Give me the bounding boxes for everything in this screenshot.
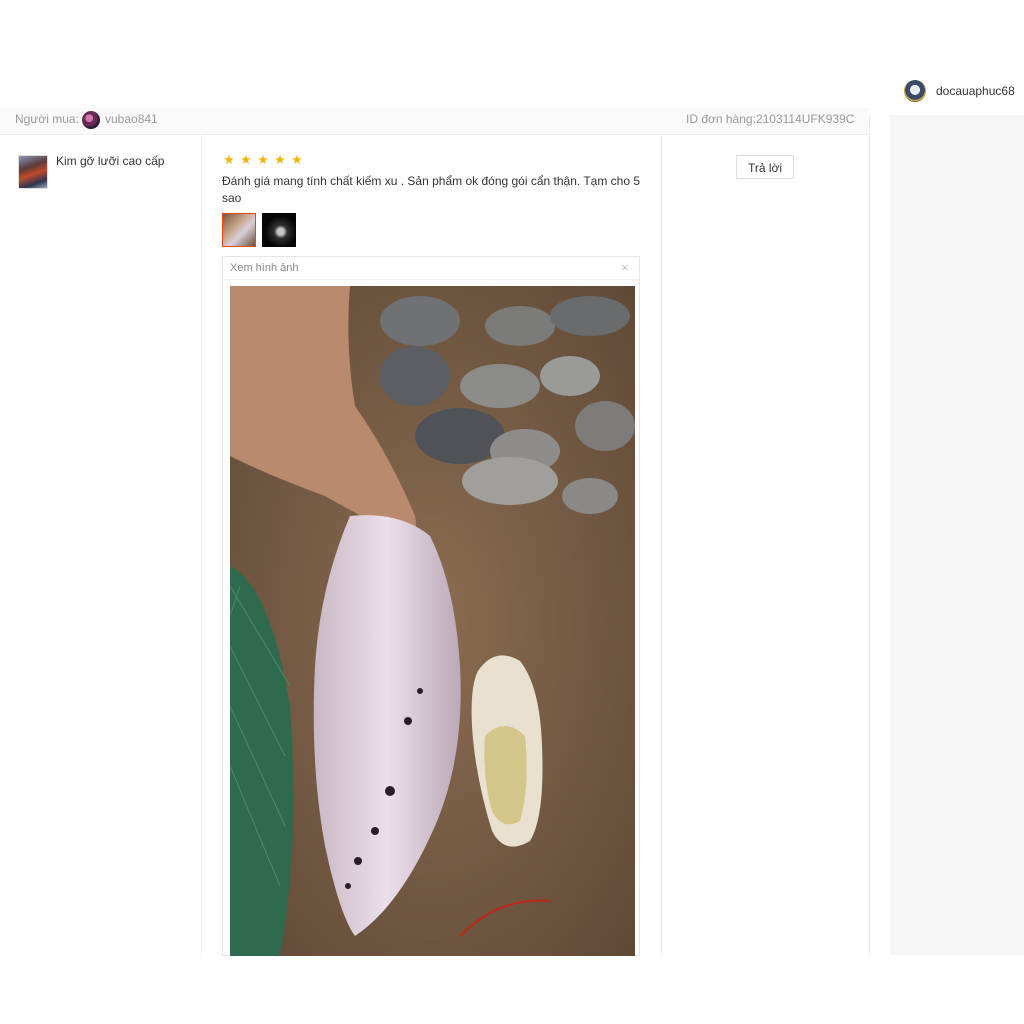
- order-id: ID đơn hàng:2103114UFK939C: [686, 112, 855, 126]
- reply-button[interactable]: Trả lời: [736, 155, 794, 179]
- review-video-thumbnail[interactable]: [262, 213, 296, 247]
- star-icon: ★: [240, 152, 252, 167]
- star-icon: ★: [274, 152, 286, 167]
- rating-stars: ★ ★ ★ ★ ★: [222, 153, 304, 167]
- product-thumbnail[interactable]: [18, 155, 48, 189]
- product-name[interactable]: Kim gỡ lưỡi cao cấp: [56, 154, 164, 168]
- image-viewer-title: Xem hình ảnh: [230, 262, 299, 274]
- column-divider: [661, 134, 662, 955]
- seller-header[interactable]: docauaphuc68: [904, 78, 1015, 104]
- review-photo-image: [230, 286, 635, 956]
- close-icon[interactable]: ×: [621, 260, 629, 275]
- right-panel: [890, 115, 1024, 955]
- image-viewer: Xem hình ảnh ×: [222, 256, 640, 956]
- buyer-label: Người mua:: [15, 112, 79, 126]
- star-icon: ★: [291, 152, 303, 167]
- buyer-name[interactable]: vubao841: [105, 112, 158, 126]
- column-divider: [869, 115, 870, 955]
- column-divider: [201, 134, 202, 955]
- star-icon: ★: [257, 152, 269, 167]
- seller-name[interactable]: docauaphuc68: [936, 84, 1015, 98]
- review-photo[interactable]: [230, 286, 635, 956]
- buyer-avatar[interactable]: [82, 111, 100, 129]
- review-text: Đánh giá mang tính chất kiếm xu . Sản ph…: [222, 174, 641, 205]
- seller-avatar[interactable]: [904, 80, 926, 102]
- review-image-thumbnail[interactable]: [222, 213, 256, 247]
- star-icon: ★: [223, 152, 235, 167]
